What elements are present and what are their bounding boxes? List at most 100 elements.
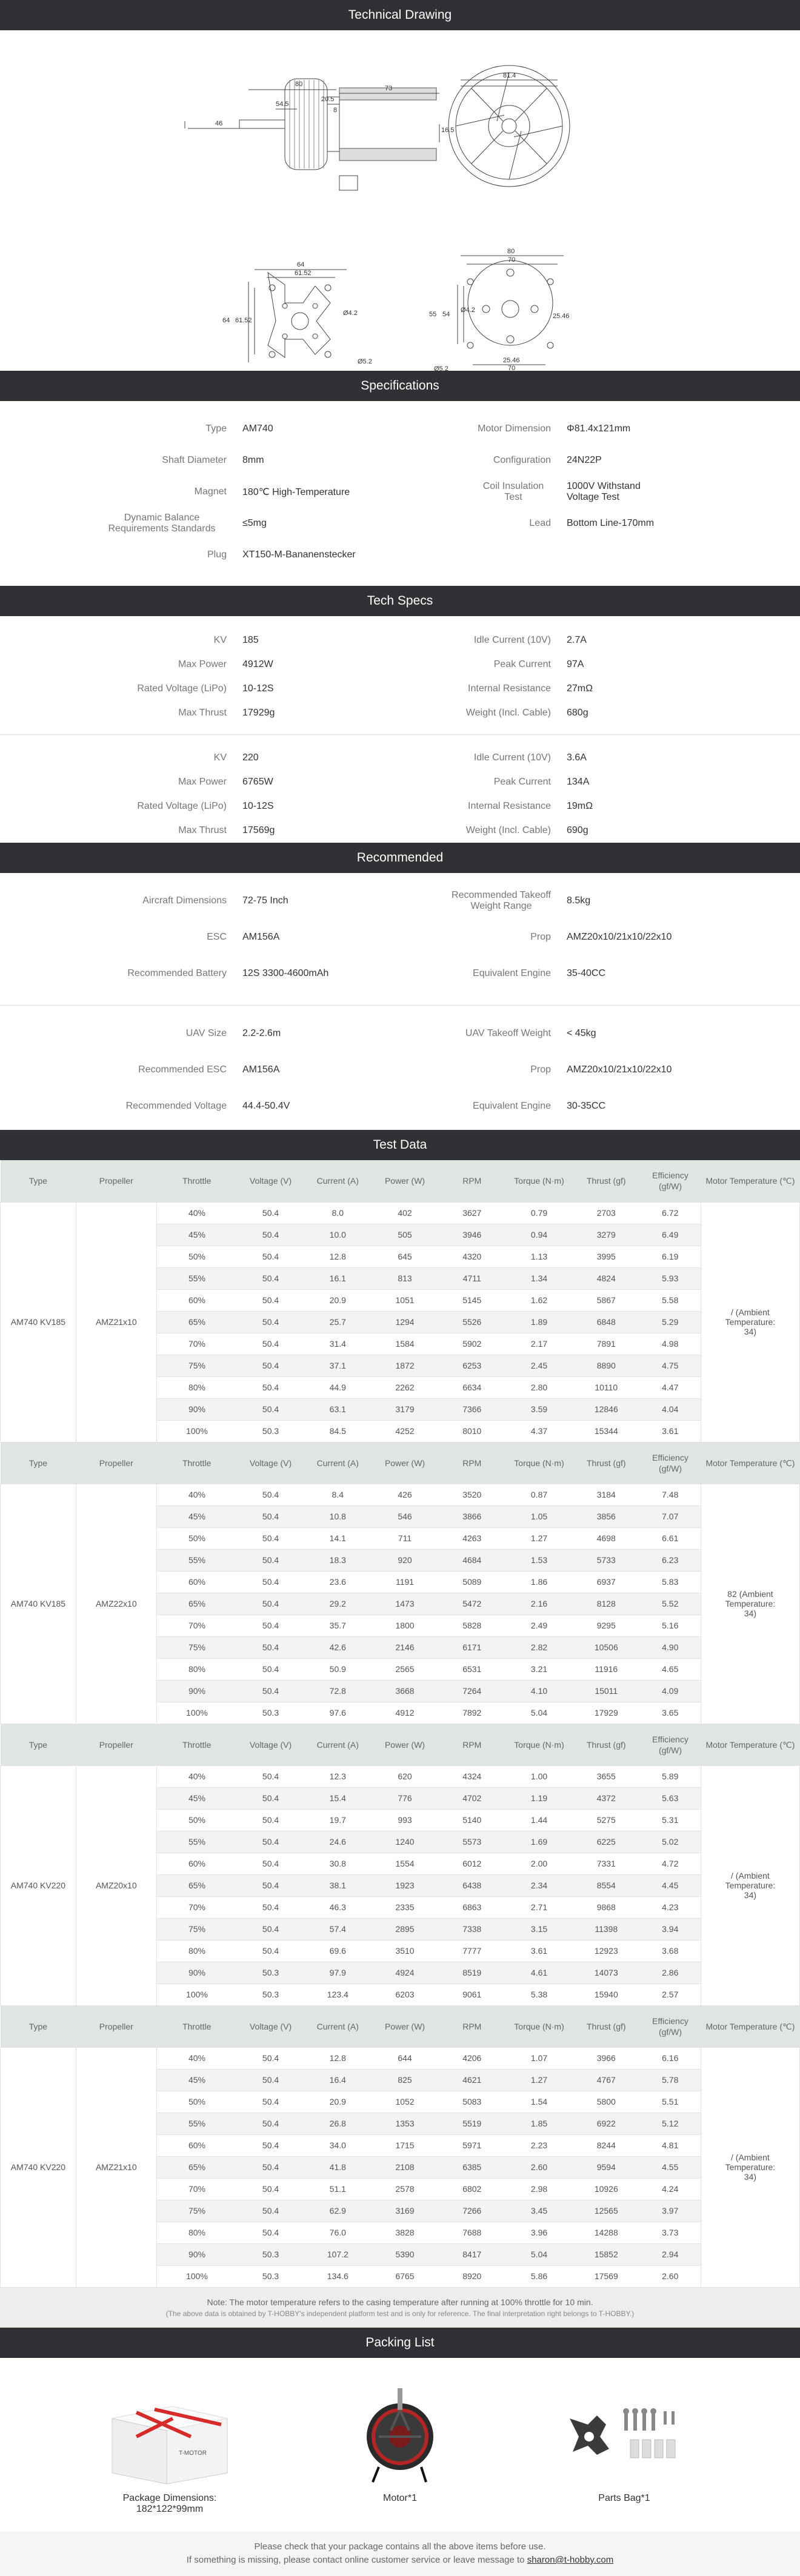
column-header: Current (A) bbox=[304, 2005, 372, 2048]
column-header: Torque (N·m) bbox=[505, 1442, 573, 1484]
table-cell: 40% bbox=[156, 1484, 238, 1506]
dim-label: 61.52 bbox=[295, 270, 312, 277]
spec-value: 10-12S bbox=[242, 683, 274, 694]
table-cell: 2.45 bbox=[505, 1355, 573, 1377]
table-cell: 46.3 bbox=[304, 1896, 372, 1919]
spec-key: Motor Dimension bbox=[478, 423, 551, 434]
table-cell: 50% bbox=[156, 2091, 238, 2113]
table-cell: 4.37 bbox=[505, 1420, 573, 1442]
table-cell: 20.9 bbox=[304, 2091, 372, 2113]
table-cell: 45% bbox=[156, 2069, 238, 2091]
spec-key: KV bbox=[213, 635, 227, 645]
spec-value: 134A bbox=[567, 777, 590, 787]
column-header: Motor Temperature (℃) bbox=[701, 1160, 800, 1203]
table-cell: 7338 bbox=[438, 1918, 506, 1940]
table-cell: 6438 bbox=[438, 1874, 506, 1897]
specifications-panel: Type AM740 Motor Dimension Φ81.4x121mm S… bbox=[0, 401, 800, 586]
table-cell: 18.3 bbox=[304, 1549, 372, 1572]
table-cell: 2.94 bbox=[639, 2243, 701, 2266]
column-header: Power (W) bbox=[371, 1442, 439, 1484]
contact-email-link[interactable]: sharon@t-hobby.com bbox=[527, 2555, 614, 2565]
table-cell: 5083 bbox=[438, 2091, 506, 2113]
table-cell: 5573 bbox=[438, 1831, 506, 1853]
table-cell: 70% bbox=[156, 1896, 238, 1919]
table-cell: 50.4 bbox=[237, 2069, 304, 2091]
table-cell: 4252 bbox=[371, 1420, 439, 1442]
table-cell: 45% bbox=[156, 1224, 238, 1246]
dim-label: 70 bbox=[508, 365, 515, 371]
column-header: Voltage (V) bbox=[237, 1160, 304, 1203]
table-cell: 5.29 bbox=[639, 1311, 701, 1333]
table-cell: 17929 bbox=[572, 1702, 640, 1724]
table-cell: 70% bbox=[156, 1333, 238, 1355]
table-cell: 4698 bbox=[572, 1527, 640, 1550]
spec-value: 1000V Withstand Voltage Test bbox=[567, 481, 641, 502]
table-header-row: Type Propeller Throttle Voltage (V) Current … bbox=[0, 2005, 800, 2048]
table-cell: 4824 bbox=[572, 1267, 640, 1290]
table-cell: 5519 bbox=[438, 2113, 506, 2135]
column-header: Motor Temperature (℃) bbox=[701, 2005, 800, 2048]
table-row: AM740 KV220 AMZ21x10 40% 50.4 12.8 644 4206 1.0… bbox=[0, 2047, 800, 2288]
table-header-row: Type Propeller Throttle Voltage (V) Current … bbox=[0, 1442, 800, 1484]
table-cell: 80% bbox=[156, 1376, 238, 1399]
table-cell: 2578 bbox=[371, 2178, 439, 2200]
table-cell: 72.8 bbox=[304, 1680, 372, 1702]
table-cell: 4912 bbox=[371, 1702, 439, 1724]
table-cell: 825 bbox=[371, 2069, 439, 2091]
spec-key: Max Thrust bbox=[178, 708, 227, 718]
table-cell: 8.4 bbox=[304, 1484, 372, 1506]
table-cell: 6802 bbox=[438, 2178, 506, 2200]
table-cell: 50.4 bbox=[237, 1505, 304, 1528]
table-cell: 0.79 bbox=[505, 1202, 573, 1224]
table-cell: 6922 bbox=[572, 2113, 640, 2135]
table-cell: 75% bbox=[156, 2200, 238, 2222]
table-cell: 920 bbox=[371, 1549, 439, 1572]
dim-label: 55 bbox=[429, 311, 436, 318]
table-cell: 70% bbox=[156, 2178, 238, 2200]
table-cell: 51.1 bbox=[304, 2178, 372, 2200]
table-cell: 90% bbox=[156, 1398, 238, 1421]
dim-label: 16.5 bbox=[441, 127, 454, 134]
table-cell: 50.4 bbox=[237, 1853, 304, 1875]
table-cell: 26.8 bbox=[304, 2113, 372, 2135]
column-header: Propeller bbox=[76, 1160, 157, 1203]
propeller-cell: AMZ20x10 bbox=[75, 1765, 157, 2006]
table-cell: 40% bbox=[156, 1202, 238, 1224]
table-cell: 50.4 bbox=[237, 2091, 304, 2113]
spec-value: AMZ20x10/21x10/22x10 bbox=[567, 932, 672, 942]
table-cell: 2.16 bbox=[505, 1593, 573, 1615]
column-header: Power (W) bbox=[371, 2005, 439, 2048]
table-header-row: Type Propeller Throttle Voltage (V) Current … bbox=[0, 1724, 800, 1766]
spec-value: AM156A bbox=[242, 1064, 280, 1075]
table-cell: 50.4 bbox=[237, 1940, 304, 1962]
table-cell: 4.10 bbox=[505, 1680, 573, 1702]
table-cell: 4684 bbox=[438, 1549, 506, 1572]
spec-key: Equivalent Engine bbox=[473, 968, 551, 978]
spec-value: Bottom Line-170mm bbox=[567, 518, 655, 528]
table-cell: 2146 bbox=[371, 1636, 439, 1659]
test-data-table: Type Propeller Throttle Voltage (V) Current … bbox=[0, 1160, 800, 2288]
table-cell: 7892 bbox=[438, 1702, 506, 1724]
dim-label: 61.52 bbox=[235, 317, 252, 324]
spec-value: 8mm bbox=[242, 455, 264, 465]
spec-key: UAV Takeoff Weight bbox=[465, 1028, 551, 1038]
spec-key: Plug bbox=[207, 549, 227, 560]
table-cell: 3.45 bbox=[505, 2200, 573, 2222]
table-cell: 4.75 bbox=[639, 1355, 701, 1377]
table-cell: 55% bbox=[156, 2113, 238, 2135]
table-cell: 1.62 bbox=[505, 1289, 573, 1312]
spec-value: 35-40CC bbox=[567, 968, 606, 978]
table-cell: 50.4 bbox=[237, 1376, 304, 1399]
table-cell: 60% bbox=[156, 1289, 238, 1312]
table-cell: 7777 bbox=[438, 1940, 506, 1962]
table-cell: 97.9 bbox=[304, 1962, 372, 1984]
dim-label: 20.5 bbox=[321, 96, 334, 103]
table-cell: 50.4 bbox=[237, 1398, 304, 1421]
table-cell: 3.15 bbox=[505, 1918, 573, 1940]
dim-label: Ø4.2 bbox=[343, 310, 358, 317]
table-cell: 8519 bbox=[438, 1962, 506, 1984]
motor-type-cell: AM740 KV185 bbox=[0, 1484, 76, 1724]
spec-key: Internal Resistance bbox=[468, 683, 551, 694]
table-cell: 4.55 bbox=[639, 2156, 701, 2179]
table-cell: 5.63 bbox=[639, 1787, 701, 1810]
